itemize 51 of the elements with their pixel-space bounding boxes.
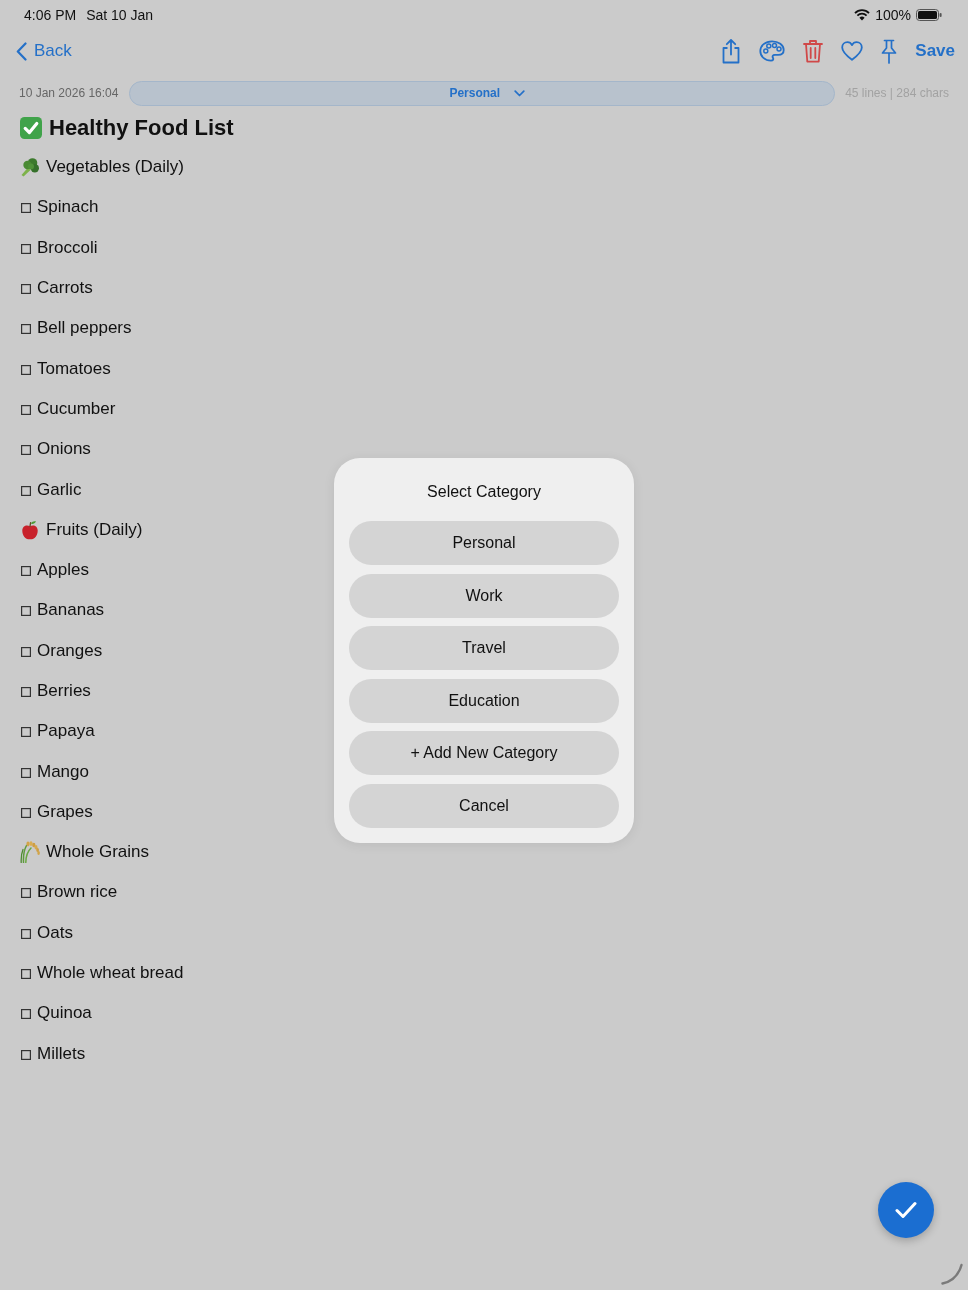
note-timestamp: 10 Jan 2026 16:04 — [19, 86, 119, 100]
dialog-option-button[interactable]: Personal — [349, 521, 619, 565]
checkmark-square-icon — [20, 117, 42, 139]
list-item: Cucumber — [37, 398, 116, 419]
list-item: Tomatoes — [37, 358, 111, 379]
list-item: Grapes — [37, 801, 93, 822]
battery-percentage: 100% — [875, 7, 911, 23]
list-item: Broccoli — [37, 237, 98, 258]
wifi-icon — [854, 9, 871, 21]
list-item: Spinach — [37, 197, 99, 218]
list-item: Whole wheat bread — [37, 963, 184, 984]
list-item: Quinoa — [37, 1003, 92, 1024]
done-button[interactable] — [878, 1182, 934, 1238]
section-heading: Vegetables (Daily) — [46, 157, 184, 178]
list-item: Berries — [37, 681, 91, 701]
status-date: Sat 10 Jan — [86, 7, 154, 23]
list-item: Carrots — [37, 278, 93, 299]
note-title: Healthy Food List — [49, 115, 234, 141]
dialog-option-button[interactable]: Work — [349, 573, 619, 618]
dialog-title: Select Category — [427, 482, 541, 502]
palette-icon[interactable] — [759, 40, 786, 62]
dialog-option-button[interactable]: Education — [349, 678, 619, 723]
section-heading: Fruits (Daily) — [46, 519, 143, 540]
list-item: Garlic — [37, 479, 82, 500]
chevron-down-icon — [514, 89, 526, 97]
list-item: Papaya — [37, 721, 95, 742]
checkmark-icon — [895, 1201, 917, 1219]
corner-grip-icon[interactable] — [941, 1263, 963, 1285]
list-item: Oranges — [37, 640, 103, 661]
list-item: Mango — [37, 761, 89, 782]
list-item: Apples — [37, 560, 89, 581]
list-item: Bananas — [37, 600, 105, 621]
apple-icon — [20, 519, 40, 540]
list-item: Brown rice — [37, 882, 118, 903]
list-item: Onions — [37, 439, 91, 460]
list-item: Bell peppers — [37, 318, 132, 339]
list-item: Oats — [37, 922, 73, 943]
pin-icon[interactable] — [881, 38, 898, 64]
section-heading: Whole Grains — [46, 842, 149, 863]
share-icon[interactable] — [721, 38, 742, 64]
dialog-option-button[interactable]: Cancel — [349, 783, 619, 828]
broccoli-icon — [20, 157, 40, 178]
heart-icon[interactable] — [841, 41, 864, 61]
status-time: 4:06 PM — [24, 7, 77, 23]
list-item: Millets — [37, 1043, 86, 1064]
dialog-option-button[interactable]: Travel — [349, 626, 619, 670]
chevron-left-icon — [16, 41, 27, 61]
trash-icon[interactable] — [803, 39, 824, 63]
dialog-option-button[interactable]: + Add New Category — [349, 731, 619, 775]
wheat-icon — [20, 841, 40, 864]
battery-icon — [916, 9, 942, 21]
